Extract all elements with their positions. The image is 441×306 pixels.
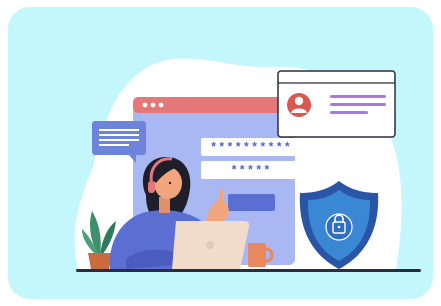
eye	[168, 181, 172, 185]
chat-line-2	[99, 134, 139, 136]
login-window-titlebar	[133, 97, 295, 113]
headset-icon	[148, 181, 155, 193]
profile-card	[277, 70, 396, 138]
neck	[159, 197, 170, 213]
window-dot-2	[150, 102, 156, 108]
window-dot-1	[142, 102, 148, 108]
laptop-icon	[172, 221, 250, 269]
laptop-logo	[206, 241, 214, 249]
chat-line-1	[99, 129, 139, 131]
pin-input-value: *****	[230, 164, 271, 178]
chat-line-3	[99, 139, 139, 141]
secure-login-illustration: ********** *****	[8, 7, 433, 299]
window-dot-3	[158, 102, 164, 108]
profile-line-3	[330, 111, 368, 114]
illustration-card: ********** *****	[8, 7, 433, 299]
profile-line-1	[330, 95, 386, 98]
password-input-value: **********	[210, 141, 292, 155]
login-button[interactable]	[228, 194, 275, 211]
profile-line-2	[330, 103, 386, 106]
avatar-head	[294, 96, 304, 106]
ground-line	[76, 269, 421, 272]
chat-bubble-body	[92, 121, 146, 155]
mug-body	[248, 243, 266, 267]
lock-keyhole	[337, 225, 341, 229]
plant-pot	[88, 253, 112, 269]
chat-line-4	[99, 144, 129, 146]
